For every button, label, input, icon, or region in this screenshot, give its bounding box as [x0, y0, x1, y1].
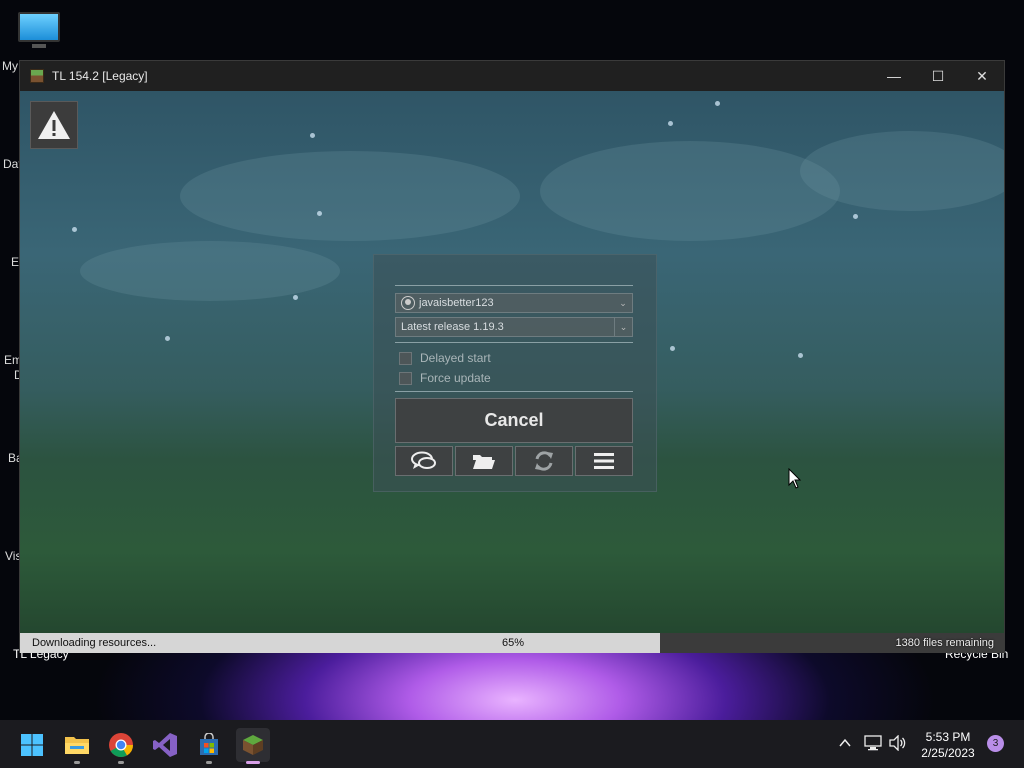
status-text: Downloading resources...	[32, 637, 157, 649]
taskbar-chrome[interactable]	[104, 728, 138, 764]
title-bar[interactable]: TL 154.2 [Legacy] — ☐ ✕	[20, 61, 1004, 91]
account-username: javaisbetter123	[419, 297, 494, 309]
divider	[395, 391, 633, 392]
taskbar-file-explorer[interactable]	[60, 728, 94, 764]
user-icon	[401, 296, 415, 310]
microsoft-store-icon	[200, 733, 218, 755]
notification-badge[interactable]: 3	[987, 735, 1004, 752]
account-select[interactable]: javaisbetter123 ⌄	[395, 293, 633, 313]
window-title: TL 154.2 [Legacy]	[52, 69, 148, 83]
folder-icon	[473, 455, 495, 469]
network-icon[interactable]	[864, 735, 882, 751]
taskbar-clock[interactable]: 5:53 PM 2/25/2023	[918, 729, 978, 761]
active-indicator	[246, 761, 260, 764]
delayed-start-label: Delayed start	[420, 351, 491, 365]
mouse-cursor-icon	[788, 468, 802, 489]
chevron-down-icon: ⌄	[619, 297, 627, 308]
taskbar-visual-studio[interactable]	[148, 728, 182, 762]
volume-icon[interactable]	[889, 735, 907, 751]
running-indicator	[74, 761, 80, 764]
force-update-option[interactable]: Force update	[395, 368, 633, 388]
version-select[interactable]: Latest release 1.19.3 ⌄	[395, 317, 633, 337]
taskbar-microsoft-store[interactable]	[192, 728, 226, 764]
chevron-up-icon[interactable]	[838, 736, 852, 750]
divider	[395, 342, 633, 343]
files-remaining: 1380 files remaining	[895, 637, 994, 649]
open-folder-button[interactable]	[455, 446, 513, 476]
delayed-start-checkbox[interactable]	[399, 351, 412, 365]
maximize-button[interactable]: ☐	[916, 61, 960, 91]
chat-button[interactable]	[395, 446, 453, 476]
running-indicator	[118, 761, 124, 764]
chat-icon	[411, 451, 436, 469]
download-status-bar: Downloading resources... 65% 1380 files …	[20, 633, 1004, 653]
divider	[395, 285, 633, 286]
version-label: Latest release 1.19.3	[401, 321, 504, 333]
minimize-button[interactable]: —	[872, 61, 916, 91]
chrome-icon	[109, 733, 133, 758]
launcher-toolbar	[395, 446, 633, 476]
refresh-button[interactable]	[515, 446, 573, 476]
file-explorer-icon	[65, 737, 89, 754]
windows-start-icon	[21, 734, 43, 756]
clock-time: 5:53 PM	[925, 730, 971, 744]
launcher-window: TL 154.2 [Legacy] — ☐ ✕ javaisbetter123 …	[19, 60, 1005, 653]
force-update-label: Force update	[420, 371, 491, 385]
progress-percent: 65%	[502, 637, 525, 649]
launcher-panel: javaisbetter123 ⌄ Latest release 1.19.3 …	[373, 254, 657, 492]
start-button[interactable]	[15, 728, 49, 762]
background-scene: javaisbetter123 ⌄ Latest release 1.19.3 …	[20, 91, 1004, 633]
close-button[interactable]: ✕	[960, 61, 1004, 91]
refresh-icon	[535, 451, 553, 471]
desktop-icon-label[interactable]: My	[2, 59, 18, 73]
clock-date: 2/25/2023	[921, 746, 975, 760]
taskbar	[0, 720, 1024, 768]
warning-button[interactable]	[30, 101, 78, 149]
visual-studio-icon	[153, 733, 177, 757]
running-indicator	[206, 761, 212, 764]
chevron-down-icon[interactable]: ⌄	[614, 318, 632, 336]
cancel-button[interactable]: Cancel	[395, 398, 633, 443]
tl-legacy-icon	[243, 735, 263, 755]
force-update-checkbox[interactable]	[399, 371, 412, 385]
menu-icon	[594, 453, 614, 469]
taskbar-tl-legacy[interactable]	[236, 728, 270, 764]
grass-block-icon	[30, 69, 44, 83]
delayed-start-option[interactable]: Delayed start	[395, 348, 633, 368]
warning-triangle-icon	[38, 111, 70, 139]
settings-menu-button[interactable]	[575, 446, 633, 476]
